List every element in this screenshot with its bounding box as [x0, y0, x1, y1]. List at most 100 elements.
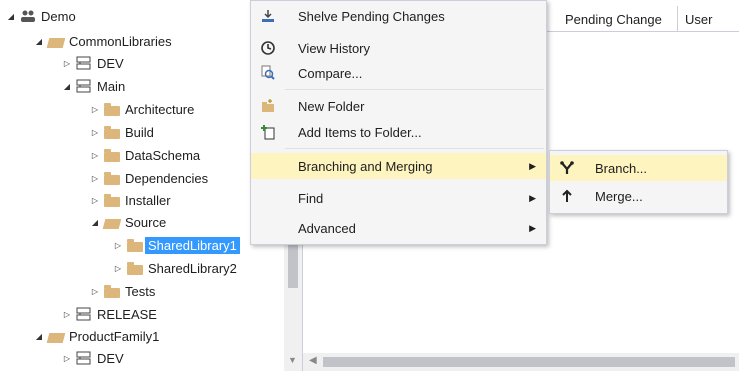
tree-item-dev[interactable]: ▷ DEV	[62, 52, 124, 74]
tree-item-label: Source	[125, 214, 167, 230]
tree-item-label: Tests	[125, 283, 156, 299]
expanded-arrow-icon[interactable]: ◢	[62, 81, 72, 91]
shelve-icon	[260, 8, 276, 24]
menu-item-add-items-to-folder[interactable]: Add Items to Folder...	[251, 119, 546, 145]
tree-item-main[interactable]: ◢ Main	[62, 75, 125, 97]
tree-item-dev-2[interactable]: ▷ DEV	[62, 347, 124, 369]
column-header-user[interactable]: User	[679, 6, 739, 32]
collapsed-arrow-icon[interactable]: ▷	[90, 286, 100, 296]
menu-item-label: Find	[298, 190, 324, 206]
branch-action-icon	[559, 160, 575, 176]
branch-icon	[76, 351, 92, 365]
tree-item-demo[interactable]: ◢ Demo	[6, 5, 76, 27]
folder-icon	[127, 238, 143, 252]
menu-item-label: Branching and Merging	[298, 158, 433, 174]
tree-item-label: SharedLibrary2	[148, 260, 237, 276]
context-menu: Shelve Pending Changes View History Comp…	[250, 0, 547, 245]
menu-item-view-history[interactable]: View History	[251, 35, 546, 61]
menu-item-label: Branch...	[595, 160, 648, 176]
merge-icon	[559, 188, 575, 204]
menu-item-label: Advanced	[298, 220, 356, 236]
folder-open-icon	[102, 218, 122, 229]
menu-item-compare[interactable]: Compare...	[251, 60, 546, 86]
menu-item-label: View History	[298, 40, 371, 56]
menu-item-shelve-pending-changes[interactable]: Shelve Pending Changes	[251, 3, 546, 29]
menu-item-branching-and-merging[interactable]: Branching and Merging ▶	[251, 153, 546, 179]
tree-item-installer[interactable]: ▷ Installer	[90, 189, 171, 211]
tree-item-label: Build	[125, 124, 154, 140]
tree-item-dependencies[interactable]: ▷ Dependencies	[90, 167, 208, 189]
menu-item-advanced[interactable]: Advanced ▶	[251, 215, 546, 241]
tree-item-productfamily1[interactable]: ◢ ProductFamily1	[34, 325, 159, 347]
tree-item-label: DataSchema	[125, 147, 201, 163]
tree-item-architecture[interactable]: ▷ Architecture	[90, 98, 194, 120]
menu-item-label: Add Items to Folder...	[298, 124, 422, 140]
column-header-pending-change[interactable]: Pending Change	[559, 6, 678, 32]
tree-item-dataschema[interactable]: ▷ DataSchema	[90, 144, 200, 166]
tree-item-release[interactable]: ▷ RELEASE	[62, 303, 157, 325]
submenu-arrow-icon: ▶	[529, 160, 536, 171]
menu-item-branch[interactable]: Branch...	[550, 155, 727, 181]
tree-item-label: Demo	[41, 8, 76, 24]
tree-item-label: DEV	[97, 350, 124, 366]
folder-icon	[104, 148, 120, 162]
menu-separator	[285, 148, 544, 149]
tree-item-label: CommonLibraries	[69, 33, 172, 49]
expanded-arrow-icon[interactable]: ◢	[6, 11, 16, 21]
tree-item-label: SharedLibrary1	[145, 236, 240, 254]
tree-item-label: DEV	[97, 55, 124, 71]
collapsed-arrow-icon[interactable]: ▷	[62, 353, 72, 363]
folder-icon	[104, 193, 120, 207]
source-control-tree: ◢ Demo ◢ CommonLibraries ▷ DEV ◢ Main ▷ …	[0, 0, 285, 371]
collapsed-arrow-icon[interactable]: ▷	[90, 195, 100, 205]
menu-item-merge[interactable]: Merge...	[550, 183, 727, 209]
branch-icon	[76, 79, 92, 93]
tree-item-label: Main	[97, 78, 126, 94]
collapsed-arrow-icon[interactable]: ▷	[113, 240, 123, 250]
expanded-arrow-icon[interactable]: ◢	[90, 217, 100, 227]
scroll-down-arrow-icon[interactable]: ▼	[288, 355, 297, 365]
menu-item-label: New Folder	[298, 98, 365, 114]
scrollbar-thumb[interactable]	[323, 357, 735, 367]
history-icon	[260, 40, 276, 56]
branch-icon	[76, 307, 92, 321]
menu-item-label: Merge...	[595, 188, 643, 204]
tree-item-label: Dependencies	[125, 170, 209, 186]
menu-separator	[285, 89, 544, 90]
collapsed-arrow-icon[interactable]: ▷	[62, 58, 72, 68]
collapsed-arrow-icon[interactable]: ▷	[62, 309, 72, 319]
folder-open-icon	[46, 37, 66, 48]
folder-icon	[104, 125, 120, 139]
menu-item-label: Shelve Pending Changes	[298, 8, 445, 24]
collapsed-arrow-icon[interactable]: ▷	[90, 150, 100, 160]
tree-item-source[interactable]: ◢ Source	[90, 211, 166, 233]
new-folder-icon	[260, 98, 276, 114]
submenu-arrow-icon: ▶	[529, 192, 536, 203]
details-horizontal-scrollbar[interactable]: ◀	[303, 353, 739, 371]
tree-item-build[interactable]: ▷ Build	[90, 121, 154, 143]
tree-item-label: RELEASE	[97, 306, 157, 322]
menu-item-label: Compare...	[298, 65, 363, 81]
collapsed-arrow-icon[interactable]: ▷	[90, 127, 100, 137]
expanded-arrow-icon[interactable]: ◢	[34, 36, 44, 46]
menu-item-new-folder[interactable]: New Folder	[251, 93, 546, 119]
tree-item-tests[interactable]: ▷ Tests	[90, 280, 155, 302]
folder-icon	[104, 102, 120, 116]
add-items-icon	[260, 124, 276, 140]
scroll-left-arrow-icon[interactable]: ◀	[309, 355, 317, 366]
folder-icon	[104, 284, 120, 298]
folder-open-icon	[46, 332, 66, 343]
collapsed-arrow-icon[interactable]: ▷	[90, 173, 100, 183]
tree-item-commonlibraries[interactable]: ◢ CommonLibraries	[34, 30, 172, 52]
team-project-icon	[20, 9, 36, 23]
tree-item-label: Architecture	[125, 101, 195, 117]
collapsed-arrow-icon[interactable]: ▷	[113, 263, 123, 273]
folder-icon	[127, 261, 143, 275]
collapsed-arrow-icon[interactable]: ▷	[90, 104, 100, 114]
submenu-arrow-icon: ▶	[529, 222, 536, 233]
tree-item-label: ProductFamily1	[69, 328, 160, 344]
tree-item-sharedlibrary1[interactable]: ▷ SharedLibrary1	[113, 234, 240, 256]
tree-item-sharedlibrary2[interactable]: ▷ SharedLibrary2	[113, 257, 237, 279]
menu-item-find[interactable]: Find ▶	[251, 185, 546, 211]
expanded-arrow-icon[interactable]: ◢	[34, 331, 44, 341]
